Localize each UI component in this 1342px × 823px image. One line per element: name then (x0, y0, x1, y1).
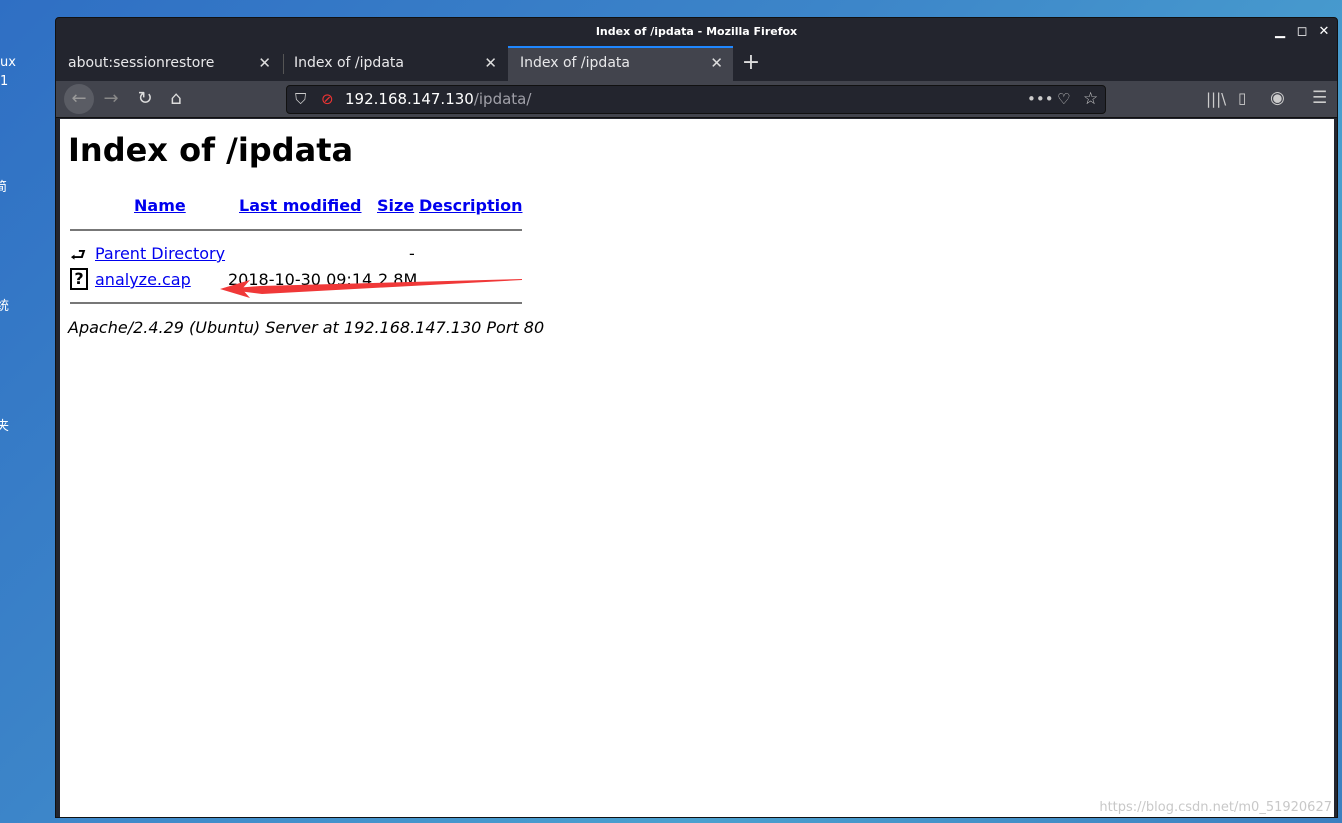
tab-label: Index of /ipdata (520, 55, 630, 71)
shield-icon[interactable]: ⛉ (295, 86, 306, 113)
close-tab-icon[interactable]: ✕ (484, 46, 497, 81)
url-bar[interactable]: ⛉ ⊘ 192.168.147.130/ipdata/ ••• ♡ ☆ (286, 85, 1106, 114)
tab-sessionrestore[interactable]: about:sessionrestore ✕ (56, 46, 281, 81)
sort-size-link[interactable]: Size (377, 196, 414, 215)
back-button[interactable]: ← (64, 84, 94, 114)
divider (70, 229, 522, 231)
tab-strip: about:sessionrestore ✕ Index of /ipdata ✕ … (56, 46, 1337, 81)
window-title: Index of /ipdata - Mozilla Firefox (595, 25, 798, 38)
desktop-label: 简 (0, 180, 8, 195)
forward-button[interactable]: → (96, 84, 126, 114)
url-path: /ipdata/ (473, 90, 532, 108)
sidebar-icon[interactable]: ▯ (1238, 89, 1246, 107)
title-bar: Index of /ipdata - Mozilla Firefox ▁ ◻ ✕ (56, 18, 1337, 46)
desktop-label: 统 (0, 299, 10, 314)
watermark: https://blog.csdn.net/m0_51920627 (1099, 800, 1332, 815)
desktop-label: ux (0, 55, 16, 70)
divider (70, 302, 522, 304)
red-arrow-annotation (220, 279, 522, 298)
bookmark-star-icon[interactable]: ☆ (1083, 86, 1098, 113)
close-tab-icon[interactable]: ✕ (258, 46, 271, 81)
tab-label: Index of /ipdata (294, 55, 404, 71)
page-content: Index of /ipdata Name Last modified Size… (60, 119, 1334, 817)
sort-modified-link[interactable]: Last modified (239, 196, 362, 215)
account-icon[interactable]: ◉ (1270, 88, 1285, 108)
url-host: 192.168.147.130 (345, 90, 474, 108)
tab-index-ipdata-active[interactable]: Index of /ipdata ✕ (508, 46, 733, 81)
server-signature: Apache/2.4.29 (Ubuntu) Server at 192.168… (68, 318, 545, 337)
close-window-button[interactable]: ✕ (1313, 18, 1335, 46)
desktop-label: 夹 (0, 419, 10, 434)
desktop-label: 1 (0, 74, 9, 89)
page-title: Index of /ipdata (68, 131, 354, 169)
parent-directory-link[interactable]: Parent Directory (95, 244, 225, 263)
close-tab-icon[interactable]: ✕ (710, 48, 723, 79)
new-tab-button[interactable]: + (739, 46, 763, 81)
pocket-icon[interactable]: ♡ (1057, 86, 1070, 113)
minimize-button[interactable]: ▁ (1269, 18, 1291, 46)
file-link-analyze-cap[interactable]: analyze.cap (95, 270, 191, 289)
maximize-button[interactable]: ◻ (1291, 18, 1313, 46)
row-size: - (409, 244, 415, 263)
home-button[interactable]: ⌂ (161, 84, 191, 114)
navigation-toolbar: ← → ↻ ⌂ ⛉ ⊘ 192.168.147.130/ipdata/ ••• … (56, 81, 1337, 118)
sort-description-link[interactable]: Description (419, 196, 522, 215)
menu-icon[interactable]: ☰ (1312, 88, 1327, 108)
reload-button[interactable]: ↻ (130, 84, 160, 114)
sort-name-link[interactable]: Name (134, 196, 186, 215)
library-icon[interactable]: |||\ (1206, 90, 1226, 108)
unknown-file-icon: ? (70, 268, 88, 290)
firefox-window: Index of /ipdata - Mozilla Firefox ▁ ◻ ✕… (55, 17, 1338, 818)
tab-label: about:sessionrestore (68, 55, 215, 71)
insecure-lock-icon[interactable]: ⊘ (321, 86, 334, 113)
page-actions-icon[interactable]: ••• (1027, 86, 1054, 113)
tab-index-ipdata[interactable]: Index of /ipdata ✕ (282, 46, 507, 81)
